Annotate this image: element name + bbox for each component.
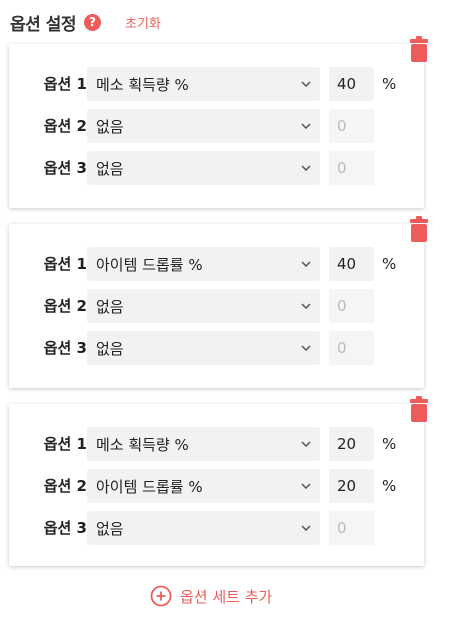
option-select-value: 없음 xyxy=(96,339,124,358)
option-select-value: 없음 xyxy=(96,519,124,538)
page-title: 옵션 설정 xyxy=(10,14,76,35)
option-row: 옵션 2 없음 0 xyxy=(9,289,424,323)
unit-label: % xyxy=(382,435,397,453)
option-select[interactable]: 메소 획득량 % xyxy=(87,427,320,461)
option-row: 옵션 3 없음 0 xyxy=(9,331,424,365)
chevron-down-icon xyxy=(294,67,318,101)
option-row: 옵션 2 아이템 드롭률 % 20 % xyxy=(9,469,424,503)
add-option-set-button[interactable]: 옵션 세트 추가 xyxy=(150,584,272,608)
option-label: 옵션 2 xyxy=(43,117,87,135)
option-select-value: 없음 xyxy=(96,297,124,316)
option-label: 옵션 3 xyxy=(43,159,87,177)
chevron-down-icon xyxy=(294,151,318,185)
chevron-down-icon xyxy=(294,427,318,461)
option-select-value: 메소 획득량 % xyxy=(96,435,189,454)
option-rows: 옵션 1 메소 획득량 % 20 % 옵션 2 아이템 드롭률 % 20 % 옵… xyxy=(9,427,424,553)
chevron-down-icon xyxy=(294,469,318,503)
option-row: 옵션 3 없음 0 xyxy=(9,151,424,185)
option-value-input[interactable]: 40 xyxy=(329,67,374,101)
option-value-input[interactable]: 0 xyxy=(329,331,374,365)
unit-label: % xyxy=(382,75,397,93)
option-set-card: 옵션 1 메소 획득량 % 20 % 옵션 2 아이템 드롭률 % 20 % 옵… xyxy=(9,396,428,566)
option-select-value: 아이템 드롭률 % xyxy=(96,477,203,496)
chevron-down-icon xyxy=(294,247,318,281)
help-icon[interactable]: ? xyxy=(83,13,101,31)
option-set-card: 옵션 1 메소 획득량 % 40 % 옵션 2 없음 0 옵션 3 없음 0 xyxy=(9,36,428,208)
option-select[interactable]: 없음 xyxy=(87,331,320,365)
option-select[interactable]: 아이템 드롭률 % xyxy=(87,247,320,281)
plus-circle-icon xyxy=(150,585,172,607)
option-select[interactable]: 메소 획득량 % xyxy=(87,67,320,101)
option-set-card: 옵션 1 아이템 드롭률 % 40 % 옵션 2 없음 0 옵션 3 없음 0 xyxy=(9,216,428,388)
option-label: 옵션 1 xyxy=(43,255,87,273)
option-select[interactable]: 없음 xyxy=(87,289,320,323)
chevron-down-icon xyxy=(294,289,318,323)
unit-label: % xyxy=(382,255,397,273)
trash-icon[interactable] xyxy=(409,216,429,242)
option-select[interactable]: 없음 xyxy=(87,511,320,545)
chevron-down-icon xyxy=(294,109,318,143)
option-row: 옵션 1 메소 획득량 % 20 % xyxy=(9,427,424,461)
option-select[interactable]: 없음 xyxy=(87,151,320,185)
option-label: 옵션 2 xyxy=(43,297,87,315)
option-select[interactable]: 아이템 드롭률 % xyxy=(87,469,320,503)
option-rows: 옵션 1 메소 획득량 % 40 % 옵션 2 없음 0 옵션 3 없음 0 xyxy=(9,67,424,193)
option-select-value: 없음 xyxy=(96,159,124,178)
option-select-value: 없음 xyxy=(96,117,124,136)
option-label: 옵션 2 xyxy=(43,477,87,495)
option-label: 옵션 3 xyxy=(43,519,87,537)
trash-icon[interactable] xyxy=(409,36,429,62)
add-option-set-label: 옵션 세트 추가 xyxy=(180,587,273,606)
option-row: 옵션 3 없음 0 xyxy=(9,511,424,545)
option-value-input[interactable]: 0 xyxy=(329,151,374,185)
option-select-value: 아이템 드롭률 % xyxy=(96,255,203,274)
option-select-value: 메소 획득량 % xyxy=(96,75,189,94)
option-value-input[interactable]: 40 xyxy=(329,247,374,281)
option-row: 옵션 2 없음 0 xyxy=(9,109,424,143)
header: 옵션 설정 ? 초기화 xyxy=(10,8,161,36)
option-value-input[interactable]: 0 xyxy=(329,289,374,323)
reset-button[interactable]: 초기화 xyxy=(125,13,161,32)
trash-icon[interactable] xyxy=(409,396,429,422)
option-label: 옵션 1 xyxy=(43,75,87,93)
option-value-input[interactable]: 0 xyxy=(329,511,374,545)
chevron-down-icon xyxy=(294,331,318,365)
chevron-down-icon xyxy=(294,511,318,545)
option-value-input[interactable]: 20 xyxy=(329,427,374,461)
option-row: 옵션 1 아이템 드롭률 % 40 % xyxy=(9,247,424,281)
option-value-input[interactable]: 20 xyxy=(329,469,374,503)
option-label: 옵션 1 xyxy=(43,435,87,453)
option-select[interactable]: 없음 xyxy=(87,109,320,143)
option-label: 옵션 3 xyxy=(43,339,87,357)
unit-label: % xyxy=(382,477,397,495)
option-row: 옵션 1 메소 획득량 % 40 % xyxy=(9,67,424,101)
option-value-input[interactable]: 0 xyxy=(329,109,374,143)
option-rows: 옵션 1 아이템 드롭률 % 40 % 옵션 2 없음 0 옵션 3 없음 0 xyxy=(9,247,424,373)
